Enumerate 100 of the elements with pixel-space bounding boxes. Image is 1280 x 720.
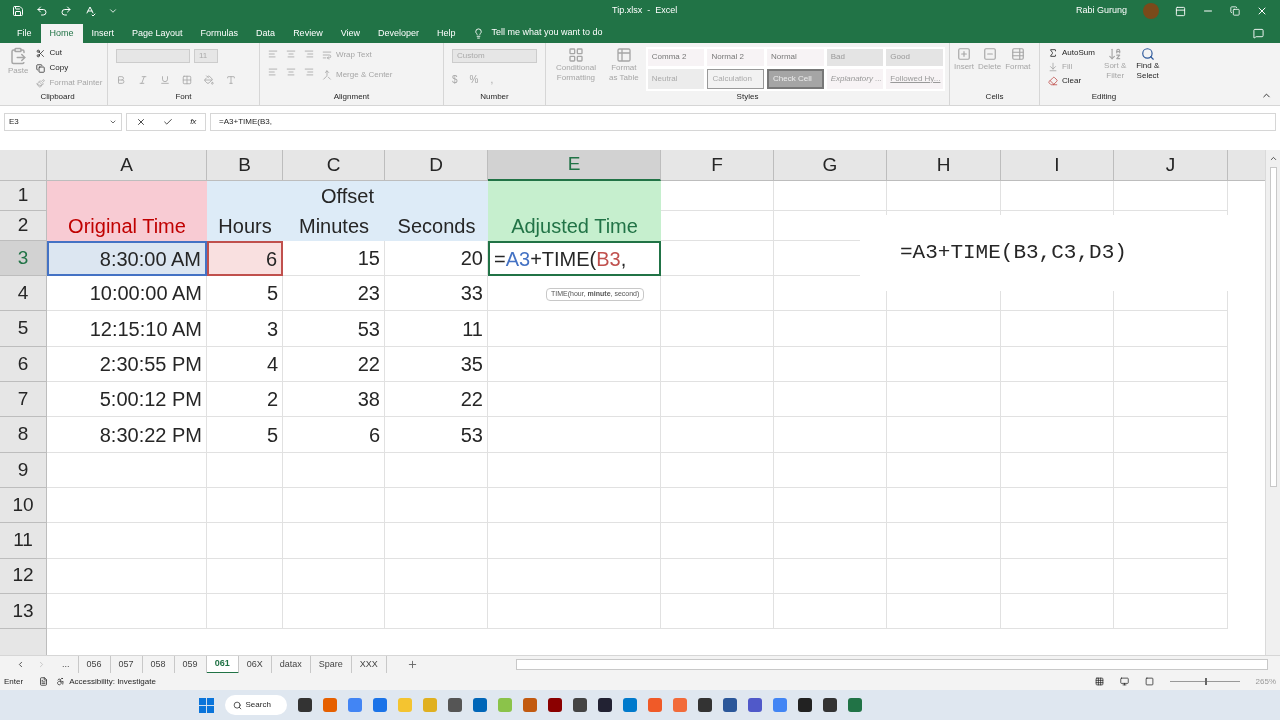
cell-style[interactable]: Normal 2 (707, 49, 765, 66)
app-icon[interactable] (447, 698, 462, 712)
table-cell: 4 (207, 346, 283, 383)
windows-logo-icon[interactable] (198, 697, 214, 713)
app-icon[interactable] (797, 698, 812, 712)
column-header[interactable]: F (661, 150, 774, 181)
app-icon[interactable] (722, 698, 737, 712)
row-header[interactable]: 12 (0, 558, 47, 594)
column-header[interactable]: H (887, 150, 1001, 181)
page-break-view-icon[interactable] (1144, 677, 1154, 686)
grid-icon (567, 47, 584, 63)
copy-icon (36, 63, 46, 73)
row-header[interactable]: 9 (0, 452, 47, 488)
ribbon-tab[interactable]: Page Layout (123, 24, 192, 43)
table-cell: 8:30:22 PM (47, 417, 207, 453)
ribbon-tab[interactable]: Review (284, 24, 332, 43)
normal-view-icon[interactable] (1094, 677, 1104, 686)
enter-icon[interactable] (162, 117, 173, 127)
cancel-icon[interactable] (135, 117, 146, 127)
wrap-text-icon (322, 50, 332, 60)
ribbon-tab[interactable]: Data (247, 24, 285, 43)
cell-style[interactable]: Normal (767, 49, 824, 66)
row-header[interactable]: 7 (0, 382, 47, 418)
ribbon-tab[interactable]: View (331, 24, 369, 43)
editing-button[interactable]: AutoSum (1048, 47, 1095, 59)
row-header[interactable]: 10 (0, 487, 47, 524)
column-header[interactable]: J (1114, 150, 1228, 181)
zoom-slider[interactable] (1169, 677, 1240, 686)
table-cell: 6 (283, 417, 385, 453)
column-header[interactable]: B (207, 150, 283, 181)
ribbon-tab[interactable]: Home (40, 24, 83, 43)
ribbon-tab[interactable]: File (8, 24, 41, 43)
redo-icon[interactable] (60, 5, 72, 17)
accessibility-status[interactable]: Accessibility: Investigate (56, 675, 156, 688)
insert-function-button[interactable]: fx (190, 116, 197, 128)
restore-icon[interactable] (1230, 6, 1240, 16)
status-mode: Enter (4, 675, 24, 688)
ribbon-tab[interactable]: Formulas (191, 24, 248, 43)
table-cell: 8:30:00 AM (47, 240, 207, 277)
column-header[interactable]: E (488, 150, 661, 181)
formula-field[interactable]: =A3+TIME(B3, (210, 113, 1276, 131)
save-icon[interactable] (12, 5, 24, 17)
app-icon[interactable] (547, 698, 562, 712)
app-icon[interactable] (822, 698, 837, 712)
column-header[interactable]: D (385, 150, 488, 181)
column-header[interactable]: G (774, 150, 887, 181)
column-header[interactable]: I (1001, 150, 1114, 181)
clipboard-button[interactable]: Copy (36, 62, 103, 74)
app-icon[interactable] (697, 698, 712, 712)
vertical-scrollbar[interactable] (1265, 150, 1280, 655)
slider-thumb[interactable] (1204, 678, 1207, 685)
row-header[interactable]: 11 (0, 523, 47, 559)
page-layout-view-icon[interactable] (1119, 677, 1129, 686)
horizontal-scrollbar[interactable] (516, 659, 1268, 670)
tell-me-field[interactable]: Tell me what you want to do (491, 25, 603, 39)
row-header[interactable]: 3 (0, 240, 47, 277)
row-header[interactable]: 4 (0, 276, 47, 312)
editing-button[interactable]: Find & Select (1135, 47, 1160, 91)
row-header[interactable]: 5 (0, 311, 47, 347)
cell-style[interactable]: Comma 2 (647, 49, 705, 66)
editing-button[interactable]: Clear (1048, 75, 1095, 87)
font-name-field[interactable] (116, 49, 190, 63)
ribbon-tab[interactable]: Developer (369, 24, 429, 43)
app-icon[interactable] (297, 698, 312, 712)
table-cell: 35 (385, 346, 488, 383)
column-header[interactable]: C (283, 150, 385, 181)
row-header[interactable]: 1 (0, 180, 47, 211)
column-header[interactable]: A (47, 150, 207, 181)
clipboard-button[interactable]: Cut (36, 47, 103, 59)
undo-icon[interactable] (36, 5, 48, 17)
ribbon-tab[interactable]: Help (428, 24, 465, 43)
search-field[interactable]: Search (224, 695, 287, 715)
header-cell: Original Time (47, 210, 207, 241)
new-sheet-icon[interactable] (406, 659, 418, 670)
sheet-tab[interactable]: 061 (206, 655, 239, 674)
sort-icon (1108, 47, 1123, 61)
table-cell: 33 (385, 276, 488, 312)
ribbon-tab[interactable]: Insert (82, 24, 124, 43)
insert-cells-icon (957, 47, 971, 61)
scroll-up-icon[interactable] (1268, 154, 1278, 163)
table-cell: 22 (385, 382, 488, 418)
row-header[interactable]: 13 (0, 593, 47, 630)
app-icon[interactable] (572, 698, 587, 712)
header-cell: Adjusted Time (488, 210, 661, 241)
row-header[interactable]: 2 (0, 210, 47, 241)
table-cell: 2:30:55 PM (47, 346, 207, 383)
ribbon-display-icon[interactable] (1175, 5, 1186, 17)
scroll-left-icon[interactable] (16, 660, 25, 669)
comments-icon[interactable] (1253, 28, 1264, 39)
spelling-icon[interactable] (84, 5, 96, 17)
macro-icon[interactable] (39, 677, 49, 686)
app-icon[interactable] (597, 698, 612, 712)
group-label: Cells (984, 91, 1005, 103)
row-header[interactable]: 6 (0, 346, 47, 383)
editing-cell[interactable]: =A3+TIME(B3, (488, 240, 661, 277)
eraser-icon (1048, 76, 1058, 86)
close-icon[interactable] (1256, 5, 1268, 17)
row-header[interactable]: 8 (0, 417, 47, 453)
name-box[interactable]: E3 (4, 113, 122, 131)
customize-icon[interactable] (108, 6, 118, 16)
